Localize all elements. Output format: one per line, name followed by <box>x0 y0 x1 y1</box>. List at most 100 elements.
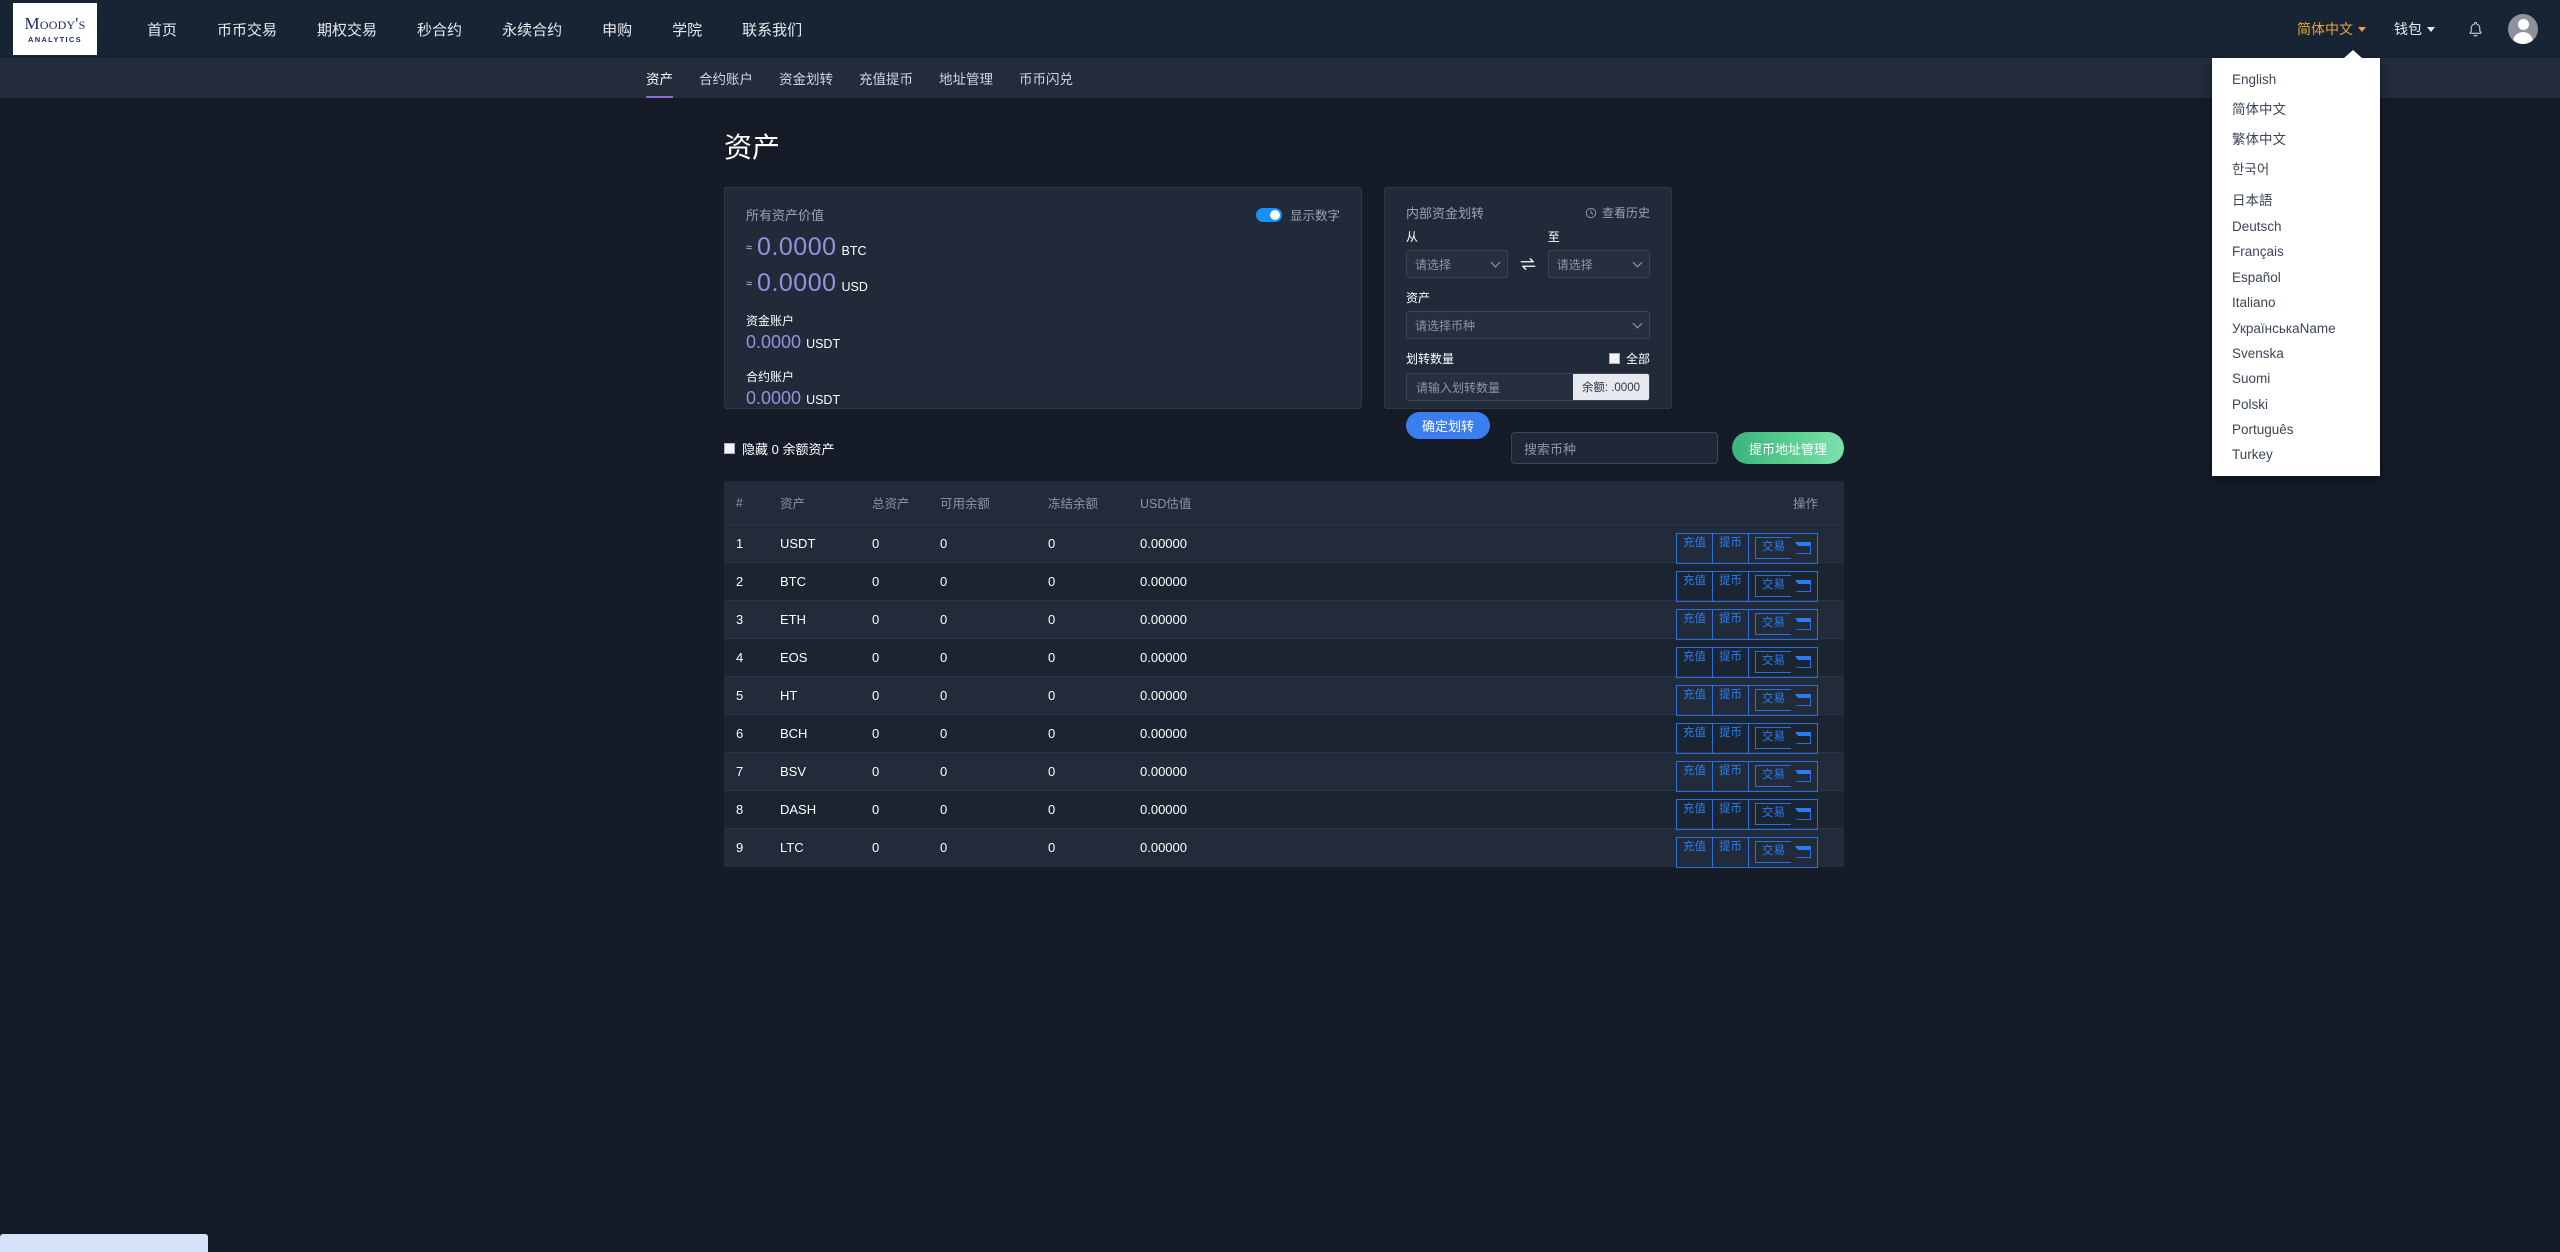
withdraw-button[interactable]: 提币 <box>1712 722 1748 755</box>
withdraw-button[interactable]: 提币 <box>1712 837 1748 869</box>
cell-available: 0 <box>940 600 1048 639</box>
to-account-select[interactable]: 请选择 <box>1547 250 1651 278</box>
view-history-button[interactable]: 查看历史 <box>1585 204 1650 221</box>
nav-item-academy[interactable]: 学院 <box>652 19 722 40</box>
trade-dropdown-button[interactable]: 交易 <box>1748 722 1818 755</box>
withdraw-button[interactable]: 提币 <box>1712 646 1748 679</box>
language-option-polish[interactable]: Polski <box>2212 392 2380 417</box>
trade-button-label: 交易 <box>1755 536 1791 560</box>
cell-frozen: 0 <box>1048 752 1140 791</box>
transfer-all-label: 全部 <box>1625 352 1650 366</box>
language-option-ukrainian[interactable]: УкраїнськаName <box>2212 315 2380 340</box>
trade-dropdown-button[interactable]: 交易 <box>1748 837 1818 869</box>
nav-item-perpetual[interactable]: 永续合约 <box>482 19 582 40</box>
cell-index: 9 <box>724 828 780 867</box>
language-option-finnish[interactable]: Suomi <box>2212 366 2380 391</box>
deposit-button[interactable]: 充值 <box>1676 646 1712 679</box>
cell-available: 0 <box>940 676 1048 715</box>
language-option-turkish[interactable]: Turkey <box>2212 442 2380 467</box>
nav-item-options[interactable]: 期权交易 <box>297 19 397 40</box>
table-row: 8 DASH 0 0 0 0.00000 充值 提币 交易 <box>724 790 1844 831</box>
cell-actions: 充值 提币 交易 <box>1390 752 1844 793</box>
deposit-button[interactable]: 充值 <box>1676 760 1712 793</box>
trade-dropdown-button[interactable]: 交易 <box>1748 684 1818 717</box>
language-option-german[interactable]: Deutsch <box>2212 214 2380 239</box>
withdraw-address-management-button[interactable]: 提币地址管理 <box>1731 432 1844 464</box>
transfer-all-checkbox[interactable] <box>1608 353 1620 364</box>
deposit-button[interactable]: 充值 <box>1676 798 1712 831</box>
trade-dropdown-button[interactable]: 交易 <box>1748 760 1818 793</box>
confirm-transfer-button[interactable]: 确定划转 <box>1406 412 1491 439</box>
withdraw-button[interactable]: 提币 <box>1712 684 1748 717</box>
deposit-button[interactable]: 充值 <box>1676 722 1712 755</box>
subnav-item-flash-exchange[interactable]: 币币闪兑 <box>1006 58 1086 98</box>
language-option-zh-hant[interactable]: 繁体中文 <box>2212 123 2380 153</box>
cell-usd-value: 0.00000 <box>1140 638 1390 677</box>
language-option-zh-hans[interactable]: 简体中文 <box>2212 92 2380 122</box>
cell-frozen: 0 <box>1048 676 1140 715</box>
table-row: 7 BSV 0 0 0 0.00000 充值 提币 交易 <box>724 752 1844 793</box>
language-option-italian[interactable]: Italiano <box>2212 290 2380 315</box>
cell-total: 0 <box>872 828 940 867</box>
subnav-item-address-management[interactable]: 地址管理 <box>926 58 1006 98</box>
trade-button-label: 交易 <box>1755 726 1791 750</box>
trade-button-label: 交易 <box>1755 688 1791 712</box>
language-option-english[interactable]: English <box>2212 67 2380 92</box>
trade-dropdown-button[interactable]: 交易 <box>1748 570 1818 603</box>
nav-item-home[interactable]: 首页 <box>127 19 197 40</box>
language-option-swedish[interactable]: Svenska <box>2212 341 2380 366</box>
trade-button-label: 交易 <box>1755 802 1791 826</box>
deposit-button[interactable]: 充值 <box>1676 570 1712 603</box>
moodys-analytics-logo[interactable]: Moody's ANALYTICS <box>13 3 97 55</box>
withdraw-button[interactable]: 提币 <box>1712 760 1748 793</box>
subnav-item-fund-transfer[interactable]: 资金划转 <box>766 58 846 98</box>
transfer-amount-input[interactable]: 请输入划转数量 <box>1406 373 1573 401</box>
asset-select[interactable]: 请选择币种 <box>1406 311 1650 339</box>
nav-item-contact[interactable]: 联系我们 <box>722 19 822 40</box>
subnav-item-contract-account[interactable]: 合约账户 <box>686 58 766 98</box>
wallet-menu[interactable]: 钱包 <box>2380 19 2449 39</box>
language-dropdown-menu: English 简体中文 繁体中文 한국어 日本語 Deutsch França… <box>2212 50 2380 476</box>
trade-dropdown-button[interactable]: 交易 <box>1748 532 1818 565</box>
subnav-item-assets[interactable]: 资产 <box>633 58 686 98</box>
language-selector[interactable]: 简体中文 <box>2283 19 2380 39</box>
language-option-spanish[interactable]: Español <box>2212 265 2380 290</box>
cell-asset: ETH <box>780 600 872 639</box>
deposit-button[interactable]: 充值 <box>1676 684 1712 717</box>
cell-index: 6 <box>724 714 780 753</box>
hide-zero-balance-checkbox[interactable] <box>724 442 735 454</box>
nav-item-spot[interactable]: 币币交易 <box>197 19 297 40</box>
language-option-korean[interactable]: 한국어 <box>2212 153 2380 183</box>
deposit-button[interactable]: 充值 <box>1676 532 1712 565</box>
language-option-portuguese[interactable]: Português <box>2212 417 2380 442</box>
column-header-frozen: 冻结余额 <box>1048 481 1140 525</box>
cell-actions: 充值 提币 交易 <box>1390 638 1844 679</box>
trade-dropdown-button[interactable]: 交易 <box>1748 798 1818 831</box>
cell-asset: LTC <box>780 828 872 867</box>
withdraw-button[interactable]: 提币 <box>1712 798 1748 831</box>
nav-item-subscription[interactable]: 申购 <box>582 19 652 40</box>
trade-dropdown-button[interactable]: 交易 <box>1748 646 1818 679</box>
chevron-down-icon <box>1795 732 1811 744</box>
fund-account-row: 0.0000 USDT <box>746 332 1340 353</box>
deposit-button[interactable]: 充值 <box>1676 608 1712 641</box>
nav-item-seconds[interactable]: 秒合约 <box>397 19 482 40</box>
cell-available: 0 <box>940 790 1048 829</box>
table-header-row: # 资产 总资产 可用余额 冻结余额 USD估值 操作 <box>724 481 1844 525</box>
language-option-japanese[interactable]: 日本語 <box>2212 184 2380 214</box>
withdraw-button[interactable]: 提币 <box>1712 570 1748 603</box>
withdraw-button[interactable]: 提币 <box>1712 608 1748 641</box>
avatar[interactable] <box>2508 14 2538 44</box>
trade-dropdown-button[interactable]: 交易 <box>1748 608 1818 641</box>
language-option-french[interactable]: Français <box>2212 239 2380 264</box>
show-numbers-toggle[interactable] <box>1255 207 1282 222</box>
row-action-button-group: 充值 提币 交易 <box>1676 532 1818 565</box>
subnav-item-deposit-withdraw[interactable]: 充值提币 <box>846 58 926 98</box>
withdraw-button[interactable]: 提币 <box>1712 532 1748 565</box>
from-account-select[interactable]: 请选择 <box>1406 250 1509 278</box>
notifications-button[interactable] <box>2449 21 2502 38</box>
swap-direction-button[interactable] <box>1508 250 1547 278</box>
asset-field-group: 资产 请选择币种 <box>1406 289 1650 339</box>
deposit-button[interactable]: 充值 <box>1676 837 1712 869</box>
chevron-down-icon <box>1795 656 1811 668</box>
